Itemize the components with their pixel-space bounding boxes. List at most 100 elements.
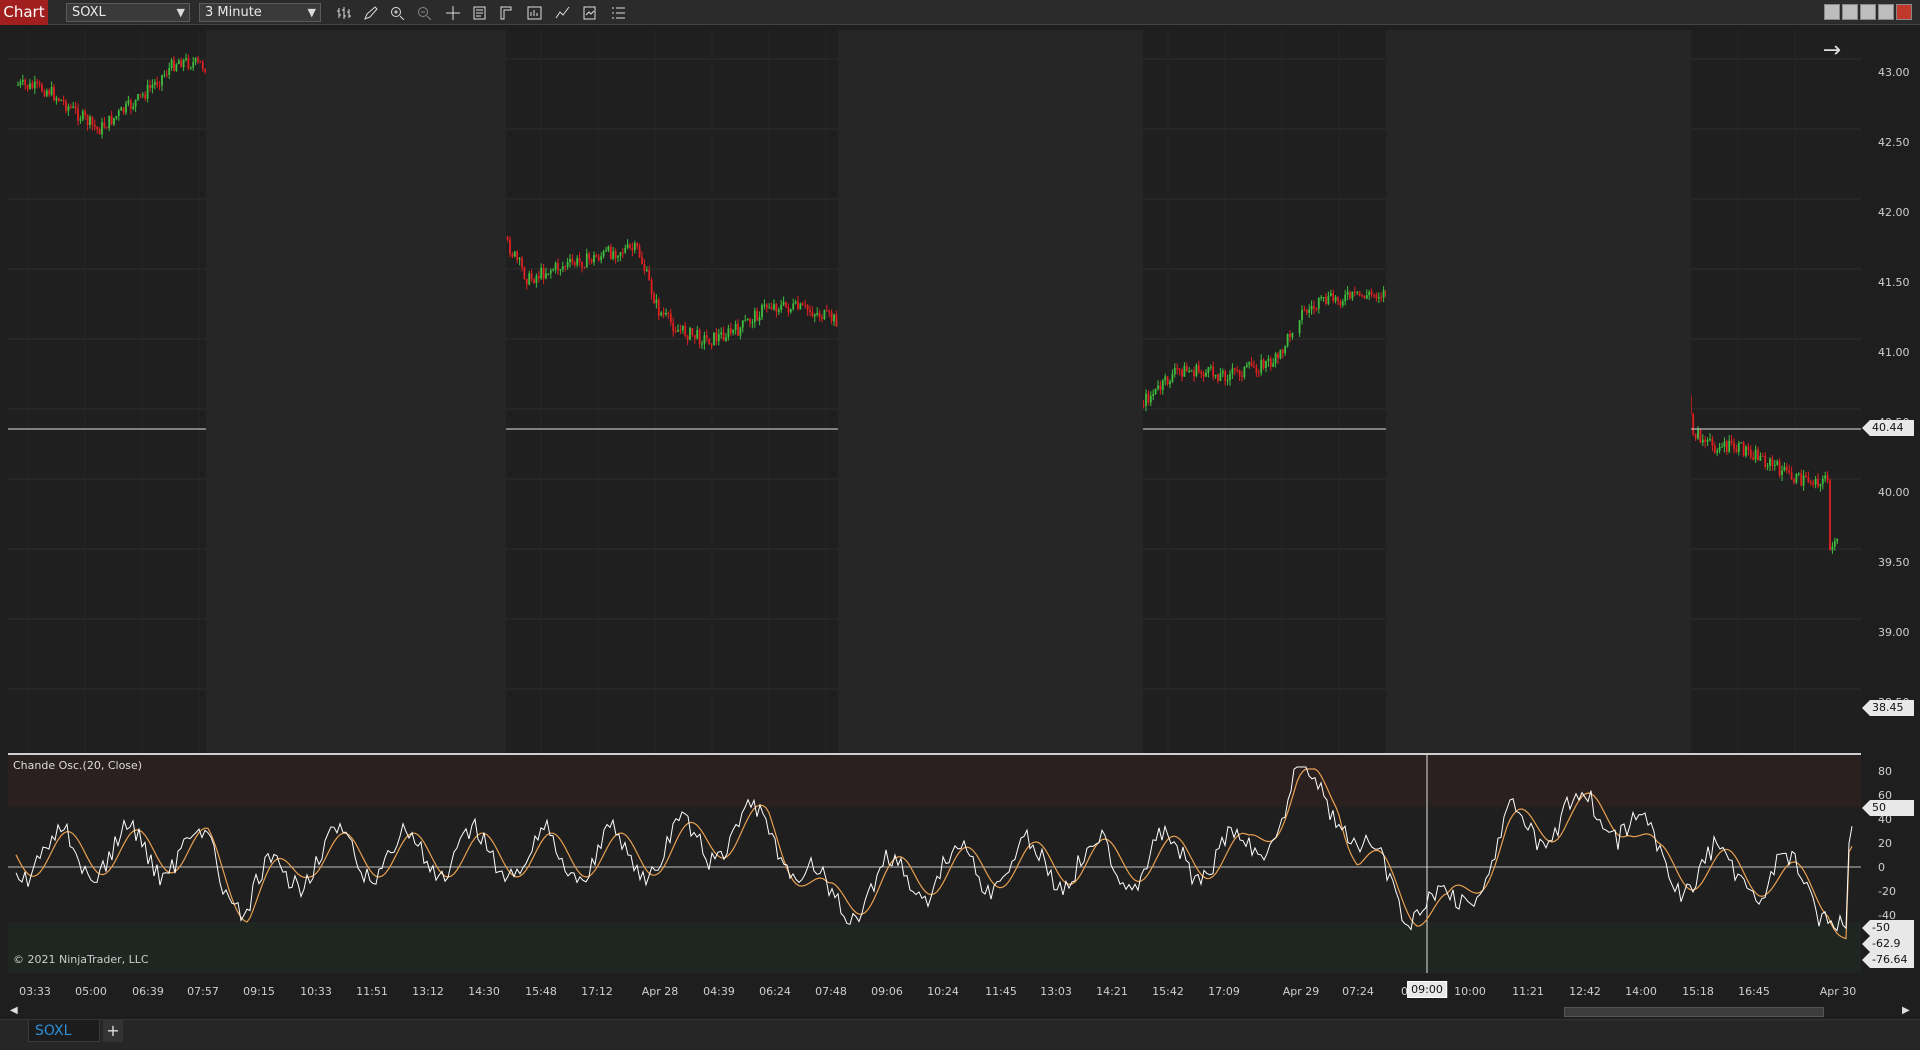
candle-body — [1805, 475, 1807, 478]
properties-icon[interactable] — [469, 2, 491, 23]
data-box-icon[interactable] — [524, 2, 546, 23]
horizontal-scrollbar[interactable]: ◀ ▶ — [0, 1003, 1920, 1019]
candle-body — [789, 309, 792, 313]
candle-body — [566, 262, 569, 267]
candle-body — [1380, 297, 1383, 299]
price-chart-panel[interactable]: → — [8, 30, 1861, 753]
tile-window-icon-2[interactable] — [1842, 4, 1858, 20]
add-tab-button[interactable]: + — [103, 1020, 123, 1042]
candle-body — [134, 99, 137, 107]
candle-body — [1255, 367, 1258, 373]
candle-body — [1315, 308, 1318, 310]
candle-body — [523, 267, 526, 279]
candle-body — [741, 320, 744, 328]
candle-body — [557, 263, 559, 271]
candle-body — [1171, 374, 1174, 382]
candle-body — [650, 280, 653, 295]
candle-body — [1349, 291, 1351, 299]
candle-body — [1368, 291, 1371, 296]
maximize-icon[interactable] — [1878, 4, 1894, 20]
candle-body — [739, 327, 742, 336]
candle-body — [693, 334, 696, 339]
candle-body — [552, 269, 555, 271]
candle-body — [141, 94, 144, 96]
oscillator-panel[interactable]: Chande Osc.(20, Close) © 2021 NinjaTrade… — [8, 755, 1861, 973]
candle-body — [199, 60, 202, 63]
time-axis-label: 13:03 — [1040, 985, 1072, 998]
more-list-icon[interactable] — [607, 2, 629, 23]
candle-body — [1377, 297, 1380, 299]
strategies-icon[interactable] — [552, 2, 574, 23]
candle-body — [31, 83, 34, 89]
zoom-in-icon[interactable] — [387, 2, 409, 23]
candle-body — [1253, 366, 1255, 368]
candle-body — [1286, 333, 1289, 346]
candle-body — [1212, 366, 1215, 377]
time-axis-label: 09:15 — [243, 985, 275, 998]
time-axis-label: 17:09 — [1208, 985, 1240, 998]
time-axis-label: 10:00 — [1454, 985, 1486, 998]
candle-body — [1185, 365, 1188, 372]
tile-window-icon[interactable] — [1824, 4, 1840, 20]
minimize-icon[interactable] — [1860, 4, 1876, 20]
candle-body — [765, 304, 768, 308]
candle-body — [67, 106, 70, 111]
time-axis-label: 09:06 — [871, 985, 903, 998]
candle-body — [1754, 449, 1757, 460]
candle-body — [1145, 393, 1147, 406]
scroll-left-icon[interactable]: ◀ — [10, 1005, 18, 1016]
candle-body — [153, 82, 156, 86]
candle-body — [1764, 456, 1767, 467]
draw-pencil-icon[interactable] — [360, 2, 382, 23]
candle-body — [585, 253, 588, 268]
candle-body — [537, 275, 540, 279]
scrollbar-thumb[interactable] — [1564, 1007, 1824, 1017]
scroll-right-icon[interactable]: ▶ — [1902, 1005, 1910, 1016]
chart-window-tab[interactable]: Chart — [0, 0, 48, 25]
candle-body — [717, 334, 720, 341]
candle-body — [1809, 482, 1812, 484]
price-axis[interactable]: 43.00 42.50 42.00 41.50 41.00 40.50 40.0… — [1862, 30, 1920, 975]
time-axis[interactable]: 03:33 05:00 06:39 07:57 09:15 10:33 11:5… — [8, 975, 1861, 1005]
candle-body — [785, 301, 787, 308]
candle-body — [38, 82, 41, 85]
close-icon[interactable] — [1896, 4, 1912, 20]
scroll-to-end-arrow-icon[interactable]: → — [1823, 38, 1841, 63]
bars-type-icon[interactable] — [333, 2, 355, 23]
candle-body — [809, 310, 811, 313]
candle-body — [597, 257, 600, 261]
candle-body — [744, 320, 747, 322]
indicators-icon[interactable] — [579, 2, 601, 23]
interval-selector[interactable]: 3 Minute ▼ — [199, 3, 321, 22]
time-axis-label: 14:30 — [468, 985, 500, 998]
candle-body — [732, 329, 735, 334]
candle-body — [1740, 442, 1743, 444]
candle-body — [96, 126, 99, 129]
candle-body — [679, 330, 682, 332]
candle-body — [1771, 458, 1774, 466]
zoom-out-icon[interactable] — [414, 2, 436, 23]
candle-body — [645, 269, 648, 271]
candle-body — [1694, 434, 1697, 439]
candle-body — [105, 127, 108, 129]
candle-body — [1301, 309, 1303, 321]
candle-body — [1757, 449, 1759, 461]
candle-body — [1814, 478, 1817, 485]
time-axis-label: 03:33 — [19, 985, 51, 998]
crosshair-icon[interactable] — [442, 2, 464, 23]
candle-body — [1226, 380, 1229, 382]
candle-body — [571, 258, 574, 263]
candle-body — [1291, 333, 1294, 338]
candle-body — [1157, 385, 1159, 389]
candle-body — [669, 313, 672, 323]
copyright-notice: © 2021 NinjaTrader, LLC — [13, 953, 149, 966]
candle-body — [1778, 461, 1781, 476]
candle-body — [804, 305, 807, 307]
candle-body — [542, 267, 545, 279]
candle-body — [1697, 429, 1699, 439]
instrument-selector[interactable]: SOXL ▼ — [66, 3, 190, 22]
instrument-tab[interactable]: SOXL — [28, 1020, 100, 1042]
candle-body — [170, 60, 173, 69]
candle-body — [19, 81, 22, 85]
templates-icon[interactable] — [496, 2, 518, 23]
